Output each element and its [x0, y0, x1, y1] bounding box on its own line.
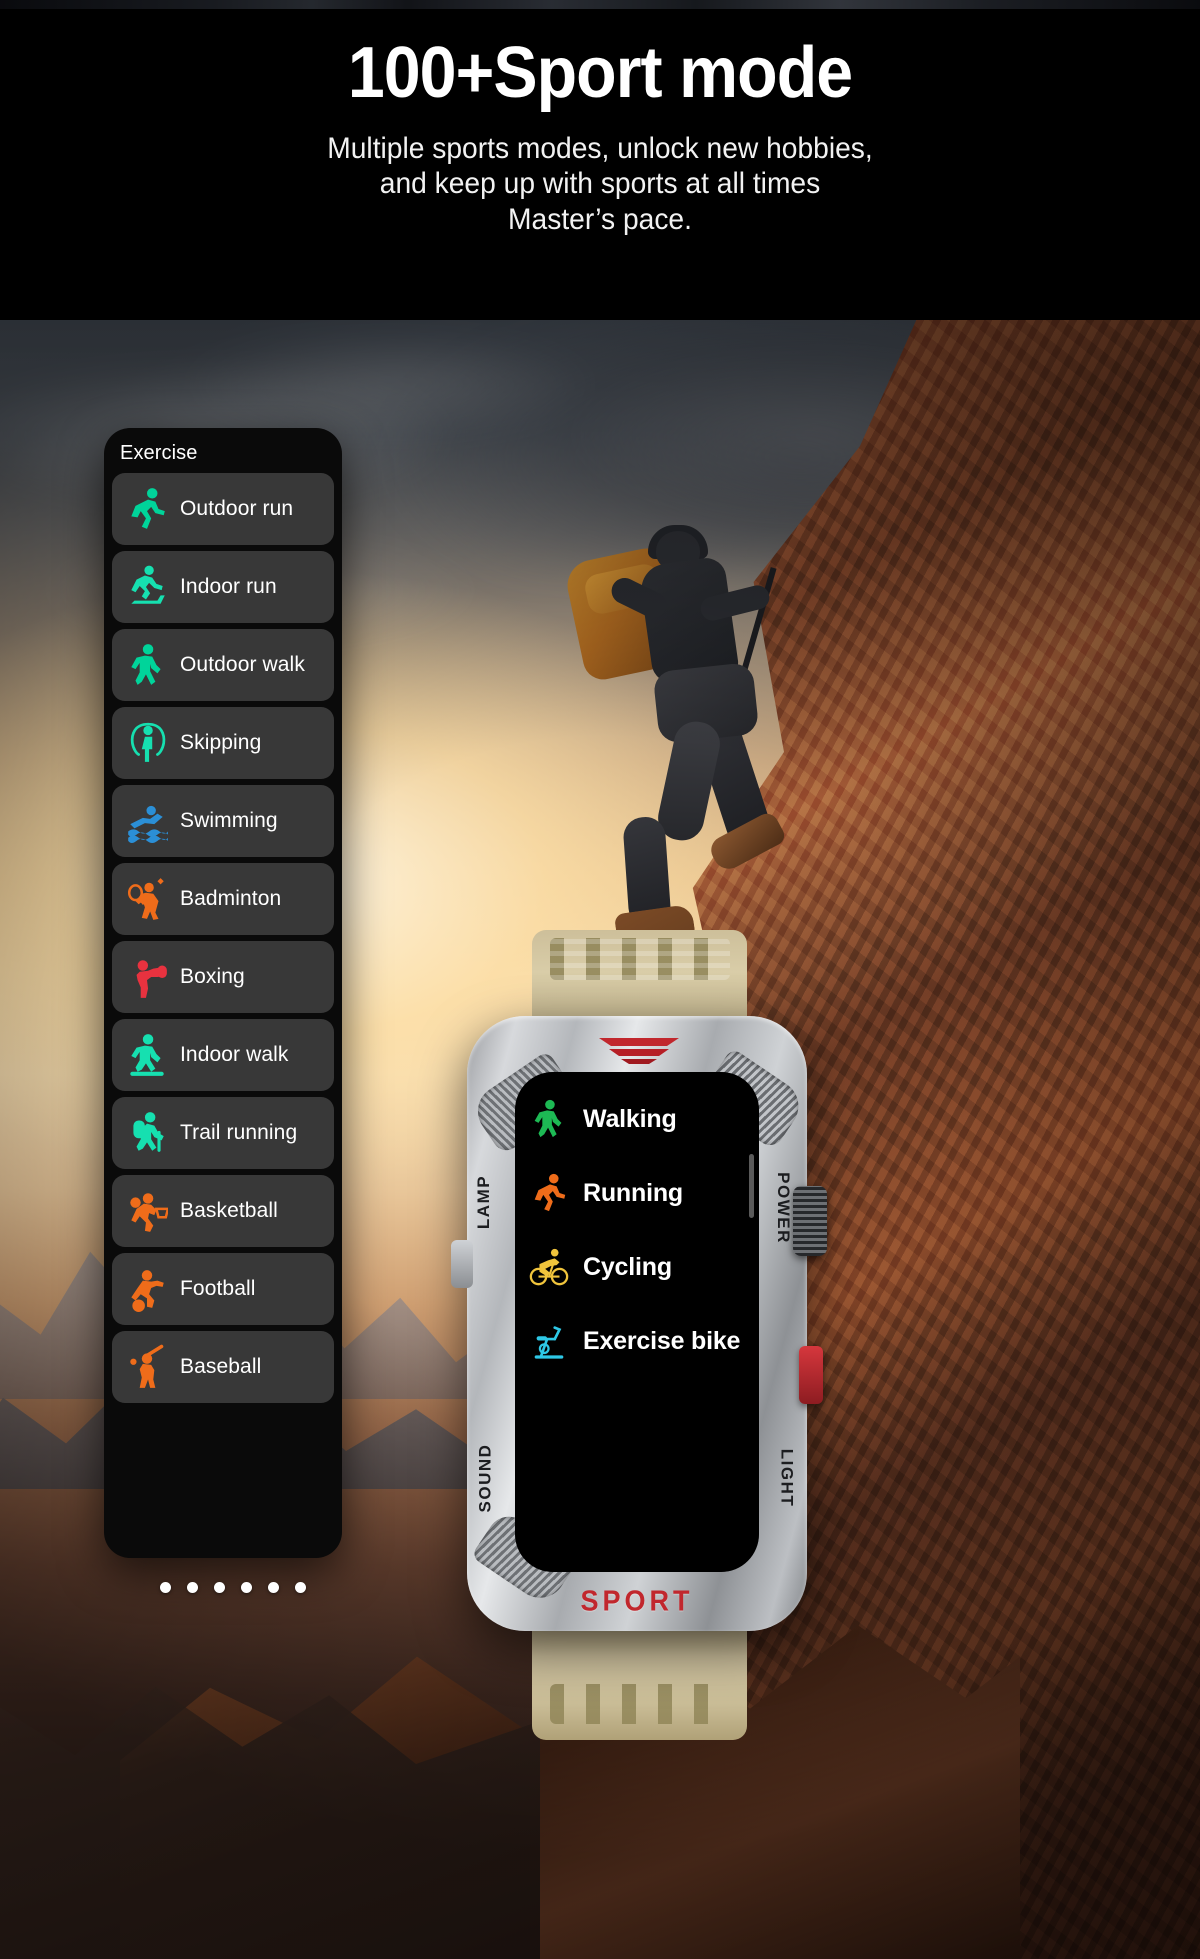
watch-side-button-red[interactable] — [799, 1346, 823, 1404]
watch-row-label: Exercise bike — [583, 1326, 741, 1355]
pagination-dot[interactable] — [268, 1582, 279, 1593]
pagination-dots[interactable] — [160, 1582, 306, 1593]
previous-banner-sliver — [0, 0, 1200, 9]
brand-wing-icon — [595, 1034, 683, 1064]
exercise-row-label: Trail running — [180, 1121, 298, 1144]
product-banner: 100+Sport mode Multiple sports modes, un… — [0, 0, 1200, 1959]
cloud — [180, 330, 600, 440]
watch-row-running[interactable]: Running — [529, 1170, 751, 1216]
boxing-icon — [126, 954, 168, 1000]
exercise-row-label: Outdoor run — [180, 497, 294, 520]
exercise-row-badminton[interactable]: Badminton — [112, 863, 334, 935]
pagination-dot[interactable] — [241, 1582, 252, 1593]
basketball-icon — [126, 1188, 168, 1234]
subtitle-line-3: Master’s pace. — [508, 202, 692, 236]
exercise-row-label: Baseball — [180, 1355, 262, 1378]
watch-row-walking[interactable]: Walking — [529, 1096, 751, 1142]
exercise-row-outdoor-walk[interactable]: Outdoor walk — [112, 629, 334, 701]
exercise-row-indoor-run[interactable]: Indoor run — [112, 551, 334, 623]
bezel-label-sound: SOUND — [475, 1443, 495, 1513]
watch-side-button-left[interactable] — [451, 1240, 473, 1288]
watch-row-exercise-bike[interactable]: Exercise bike — [529, 1318, 751, 1364]
indoor-walk-icon — [126, 1032, 168, 1078]
exercise-row-label: Badminton — [180, 887, 282, 910]
watch-sport-list: Walking Running Cycling Exercise bike — [529, 1096, 751, 1364]
walking-icon — [126, 642, 168, 688]
bezel-label-light: LIGHT — [776, 1448, 796, 1508]
football-icon — [126, 1266, 168, 1312]
exercise-row-label: Football — [180, 1277, 256, 1300]
exercise-row-swimming[interactable]: Swimming — [112, 785, 334, 857]
watch-screen[interactable]: Walking Running Cycling Exercise bike — [515, 1072, 759, 1572]
exercise-row-label: Basketball — [180, 1199, 278, 1222]
subtitle-line-2: and keep up with sports at all times — [379, 167, 821, 201]
panel-title: Exercise — [120, 442, 198, 464]
smartwatch: Walking Running Cycling Exercise bike LAMP … — [437, 930, 827, 1740]
exercise-row-outdoor-run[interactable]: Outdoor run — [112, 473, 334, 545]
subtitle-line-1: Multiple sports modes, unlock new hobbie… — [327, 132, 873, 165]
hero-photo: Exercise Outdoor run Indoor run Outdoor wa… — [0, 320, 1200, 1959]
exercise-row-label: Swimming — [180, 809, 278, 832]
cycling-icon — [529, 1246, 569, 1288]
page-title: 100+Sport mode — [347, 33, 853, 113]
exercise-row-boxing[interactable]: Boxing — [112, 941, 334, 1013]
jump-rope-icon — [126, 720, 168, 766]
baseball-icon — [126, 1344, 168, 1390]
watch-row-label: Running — [583, 1178, 683, 1207]
exercise-row-label: Indoor run — [180, 575, 277, 598]
badminton-icon — [126, 876, 168, 922]
running-icon — [126, 486, 168, 532]
watch-row-label: Cycling — [583, 1252, 672, 1281]
watch-strap-bottom — [532, 1620, 747, 1740]
exercise-row-skipping[interactable]: Skipping — [112, 707, 334, 779]
exercise-row-label: Outdoor walk — [180, 653, 305, 676]
exercise-list-panel: Exercise Outdoor run Indoor run Outdoor wa… — [104, 428, 342, 1558]
watch-brand-sport: SPORT — [580, 1585, 694, 1617]
watch-crown[interactable] — [793, 1186, 827, 1256]
pagination-dot[interactable] — [214, 1582, 225, 1593]
exercise-row-label: Boxing — [180, 965, 245, 988]
exercise-row-football[interactable]: Football — [112, 1253, 334, 1325]
watch-row-label: Walking — [583, 1104, 677, 1133]
trail-running-icon — [126, 1110, 168, 1156]
watch-scrollbar[interactable] — [749, 1154, 754, 1218]
treadmill-icon — [126, 564, 168, 610]
walking-icon — [529, 1098, 569, 1140]
watch-row-cycling[interactable]: Cycling — [529, 1244, 751, 1290]
running-icon — [529, 1172, 569, 1214]
header-section: 100+Sport mode Multiple sports modes, un… — [0, 9, 1200, 320]
exercise-row-label: Indoor walk — [180, 1043, 289, 1066]
bezel-label-power: POWER — [774, 1172, 794, 1244]
exercise-row-indoor-walk[interactable]: Indoor walk — [112, 1019, 334, 1091]
bezel-label-lamp: LAMP — [474, 1174, 494, 1230]
page-subtitle: Multiple sports modes, unlock new hobbie… — [36, 131, 1164, 237]
swimming-icon — [126, 798, 168, 844]
exercise-row-basketball[interactable]: Basketball — [112, 1175, 334, 1247]
exercise-row-trail-running[interactable]: Trail running — [112, 1097, 334, 1169]
exercise-row-label: Skipping — [180, 731, 262, 754]
watch-case: Walking Running Cycling Exercise bike LAMP … — [451, 1016, 827, 1631]
climber-figure — [560, 525, 810, 975]
pagination-dot[interactable] — [295, 1582, 306, 1593]
pagination-dot[interactable] — [187, 1582, 198, 1593]
pagination-dot[interactable] — [160, 1582, 171, 1593]
exercise-list: Outdoor run Indoor run Outdoor walk Skippin… — [112, 473, 334, 1403]
exercise-bike-icon — [529, 1320, 569, 1362]
exercise-row-baseball[interactable]: Baseball — [112, 1331, 334, 1403]
